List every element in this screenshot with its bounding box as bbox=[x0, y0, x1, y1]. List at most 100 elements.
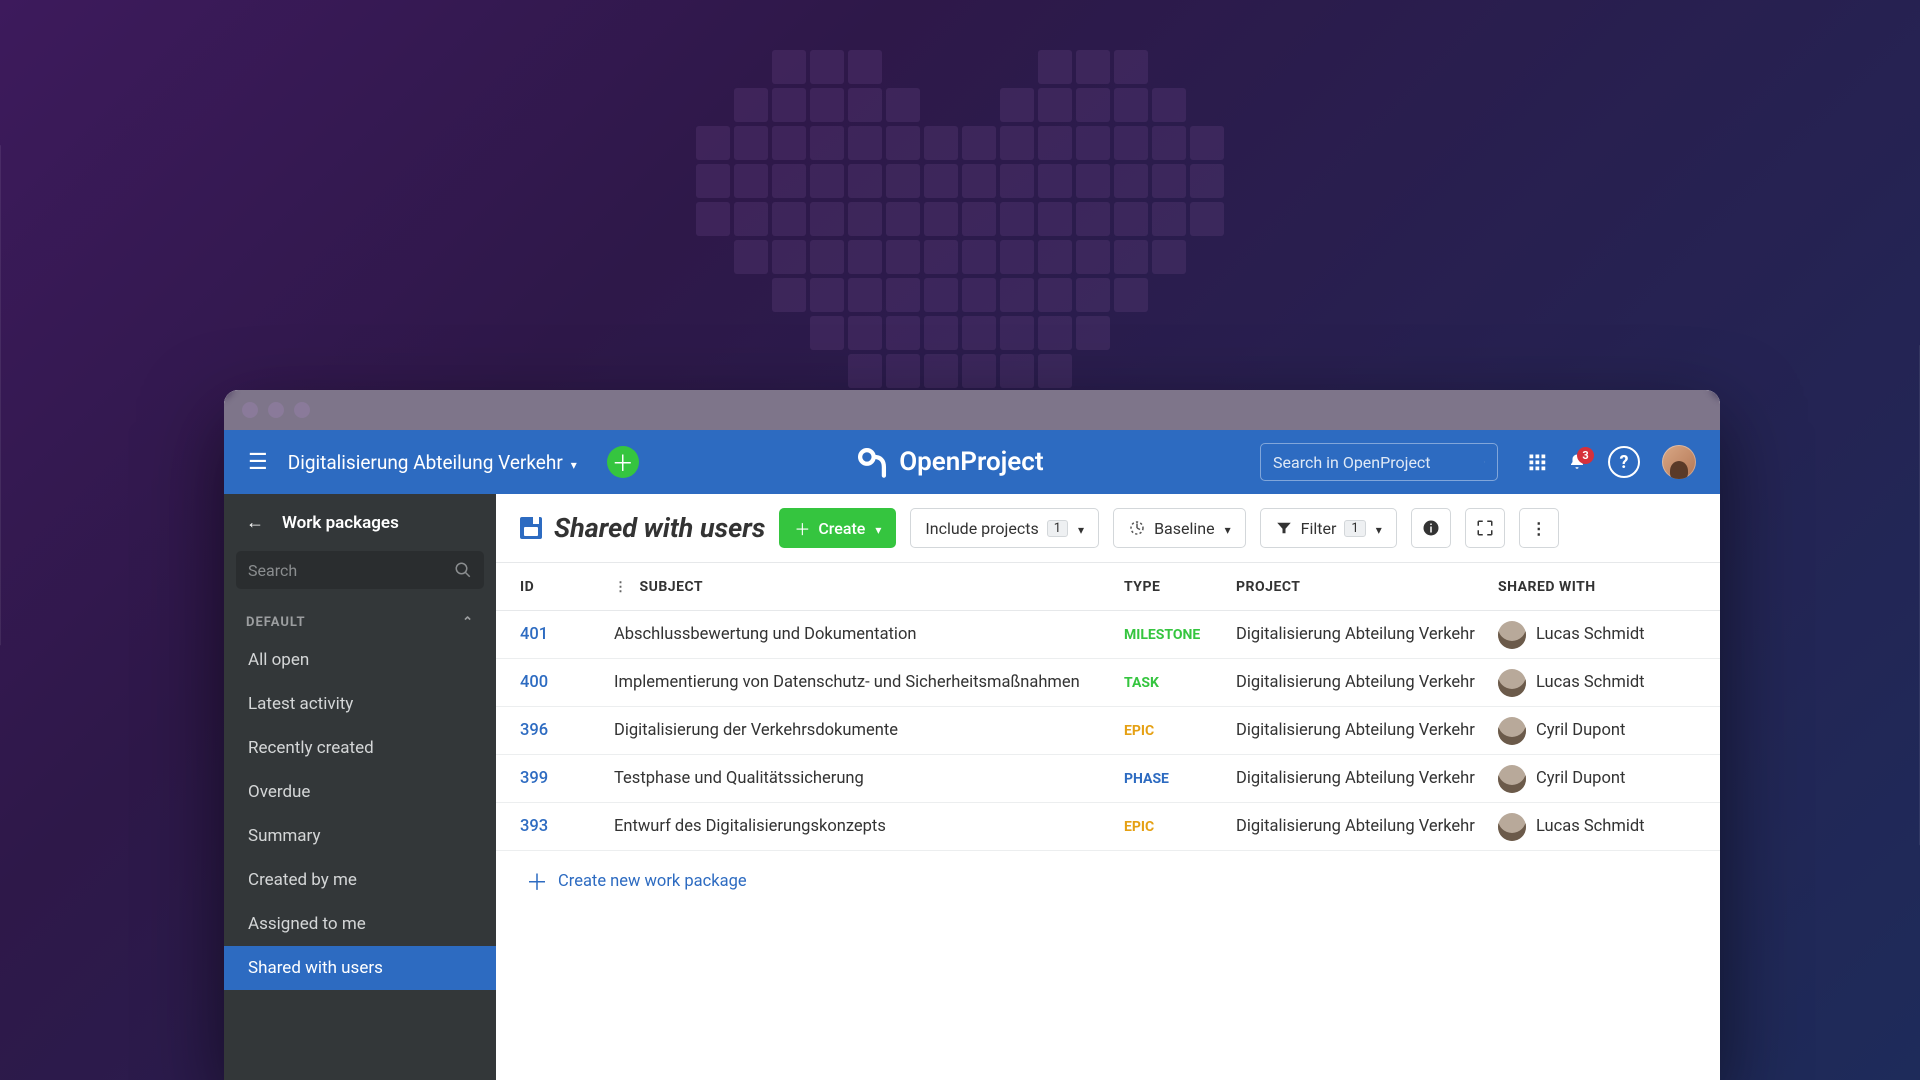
sidebar-item-created-by-me[interactable]: Created by me bbox=[224, 858, 496, 902]
global-search[interactable] bbox=[1260, 443, 1498, 481]
user-avatar[interactable] bbox=[1662, 445, 1696, 479]
col-shared-with[interactable]: SHARED WITH bbox=[1498, 579, 1696, 595]
app-window: ☰ Digitalisierung Abteilung Verkehr ＋ Op… bbox=[224, 390, 1720, 1080]
openproject-logo-icon bbox=[855, 445, 889, 479]
cell-id[interactable]: 400 bbox=[520, 673, 614, 692]
user-avatar-icon bbox=[1498, 813, 1526, 841]
col-subject[interactable]: ⋮ SUBJECT bbox=[614, 579, 1124, 595]
cell-type: TASK bbox=[1124, 675, 1236, 691]
include-projects-label: Include projects bbox=[925, 519, 1038, 538]
create-row-label: Create new work package bbox=[558, 872, 747, 891]
window-zoom-icon[interactable] bbox=[294, 402, 310, 418]
sidebar-item-label: Latest activity bbox=[248, 694, 353, 714]
baseline-button[interactable]: Baseline bbox=[1113, 508, 1246, 548]
sidebar-group-default[interactable]: DEFAULT ⌃ bbox=[224, 599, 496, 638]
sidebar-title: Work packages bbox=[282, 513, 399, 533]
search-input[interactable] bbox=[1273, 453, 1476, 472]
info-button[interactable] bbox=[1411, 508, 1451, 548]
cell-id[interactable]: 393 bbox=[520, 817, 614, 836]
include-projects-button[interactable]: Include projects 1 bbox=[910, 508, 1099, 548]
cell-project: Digitalisierung Abteilung Verkehr bbox=[1236, 769, 1498, 788]
table-row[interactable]: 396 Digitalisierung der Verkehrsdokument… bbox=[496, 707, 1720, 755]
table-row[interactable]: 399 Testphase und Qualitätssicherung PHA… bbox=[496, 755, 1720, 803]
window-minimize-icon[interactable] bbox=[268, 402, 284, 418]
sidebar-item-assigned-to-me[interactable]: Assigned to me bbox=[224, 902, 496, 946]
apps-grid-icon[interactable] bbox=[1528, 453, 1546, 471]
include-projects-count: 1 bbox=[1047, 520, 1068, 537]
sidebar-item-overdue[interactable]: Overdue bbox=[224, 770, 496, 814]
col-project[interactable]: PROJECT bbox=[1236, 579, 1498, 595]
shared-with-name: Cyril Dupont bbox=[1536, 769, 1625, 788]
table-row[interactable]: 401 Abschlussbewertung und Dokumentation… bbox=[496, 611, 1720, 659]
sidebar-item-latest-activity[interactable]: Latest activity bbox=[224, 682, 496, 726]
plus-icon: ＋ bbox=[794, 516, 810, 540]
cell-shared-with: Lucas Schmidt bbox=[1498, 669, 1696, 697]
help-button[interactable]: ? bbox=[1608, 446, 1640, 478]
brand-logo[interactable]: OpenProject bbox=[855, 445, 1043, 479]
sidebar-item-label: Shared with users bbox=[248, 958, 383, 978]
sidebar-item-label: Summary bbox=[248, 826, 320, 846]
search-icon bbox=[454, 561, 472, 579]
topbar: ☰ Digitalisierung Abteilung Verkehr ＋ Op… bbox=[224, 430, 1720, 494]
user-avatar-icon bbox=[1498, 717, 1526, 745]
quick-add-button[interactable]: ＋ bbox=[607, 446, 639, 478]
fullscreen-button[interactable] bbox=[1465, 508, 1505, 548]
cell-shared-with: Lucas Schmidt bbox=[1498, 621, 1696, 649]
view-title-text: Shared with users bbox=[554, 512, 765, 544]
cell-type: EPIC bbox=[1124, 819, 1236, 835]
user-avatar-icon bbox=[1498, 669, 1526, 697]
cell-id[interactable]: 396 bbox=[520, 721, 614, 740]
table-row[interactable]: 400 Implementierung von Datenschutz- und… bbox=[496, 659, 1720, 707]
shared-with-name: Lucas Schmidt bbox=[1536, 625, 1645, 644]
hierarchy-icon: ⋮ bbox=[614, 580, 628, 595]
sidebar-item-shared-with-users[interactable]: Shared with users bbox=[224, 946, 496, 990]
create-new-work-package[interactable]: ＋ Create new work package bbox=[496, 851, 1720, 911]
sidebar-search-input[interactable] bbox=[248, 561, 454, 580]
notifications-button[interactable]: 3 bbox=[1568, 453, 1586, 471]
sidebar-item-label: Overdue bbox=[248, 782, 310, 802]
col-id[interactable]: ID bbox=[520, 579, 614, 595]
cell-id[interactable]: 401 bbox=[520, 625, 614, 644]
save-icon[interactable] bbox=[520, 517, 542, 539]
cell-id[interactable]: 399 bbox=[520, 769, 614, 788]
baseline-label: Baseline bbox=[1154, 519, 1215, 538]
cell-subject[interactable]: Implementierung von Datenschutz- und Sic… bbox=[614, 673, 1124, 692]
project-selector[interactable]: Digitalisierung Abteilung Verkehr bbox=[288, 451, 577, 474]
chevron-down-icon bbox=[1076, 519, 1084, 538]
chevron-down-icon bbox=[1223, 519, 1231, 538]
back-icon[interactable]: ← bbox=[246, 512, 264, 533]
hamburger-icon[interactable]: ☰ bbox=[248, 450, 268, 475]
kebab-icon: ⋮ bbox=[1531, 519, 1547, 538]
cell-type: PHASE bbox=[1124, 771, 1236, 787]
cell-subject[interactable]: Testphase und Qualitätssicherung bbox=[614, 769, 1124, 788]
cell-project: Digitalisierung Abteilung Verkehr bbox=[1236, 625, 1498, 644]
content-toolbar: Shared with users ＋ Create Include proje… bbox=[496, 494, 1720, 563]
window-close-icon[interactable] bbox=[242, 402, 258, 418]
sidebar-item-all-open[interactable]: All open bbox=[224, 638, 496, 682]
cell-subject[interactable]: Abschlussbewertung und Dokumentation bbox=[614, 625, 1124, 644]
create-button[interactable]: ＋ Create bbox=[779, 508, 896, 548]
sidebar-item-summary[interactable]: Summary bbox=[224, 814, 496, 858]
sidebar-item-label: Assigned to me bbox=[248, 914, 366, 934]
view-title: Shared with users bbox=[520, 512, 765, 544]
content-area: Shared with users ＋ Create Include proje… bbox=[496, 494, 1720, 1080]
table-row[interactable]: 393 Entwurf des Digitalisierungskonzepts… bbox=[496, 803, 1720, 851]
chevron-down-icon bbox=[1374, 519, 1382, 538]
notification-badge: 3 bbox=[1577, 447, 1594, 464]
sidebar-item-recently-created[interactable]: Recently created bbox=[224, 726, 496, 770]
col-subject-label: SUBJECT bbox=[639, 579, 703, 595]
filter-button[interactable]: Filter 1 bbox=[1260, 508, 1397, 548]
cell-subject[interactable]: Digitalisierung der Verkehrsdokumente bbox=[614, 721, 1124, 740]
more-button[interactable]: ⋮ bbox=[1519, 508, 1559, 548]
sidebar-search[interactable] bbox=[236, 551, 484, 589]
baseline-icon bbox=[1128, 519, 1146, 537]
col-type[interactable]: TYPE bbox=[1124, 579, 1236, 595]
filter-label: Filter bbox=[1301, 519, 1337, 538]
sidebar-group-label: DEFAULT bbox=[246, 615, 306, 630]
table-header: ID ⋮ SUBJECT TYPE PROJECT SHARED WITH bbox=[496, 563, 1720, 611]
cell-project: Digitalisierung Abteilung Verkehr bbox=[1236, 673, 1498, 692]
cell-shared-with: Cyril Dupont bbox=[1498, 765, 1696, 793]
info-icon bbox=[1422, 519, 1440, 537]
cell-subject[interactable]: Entwurf des Digitalisierungskonzepts bbox=[614, 817, 1124, 836]
cell-project: Digitalisierung Abteilung Verkehr bbox=[1236, 817, 1498, 836]
